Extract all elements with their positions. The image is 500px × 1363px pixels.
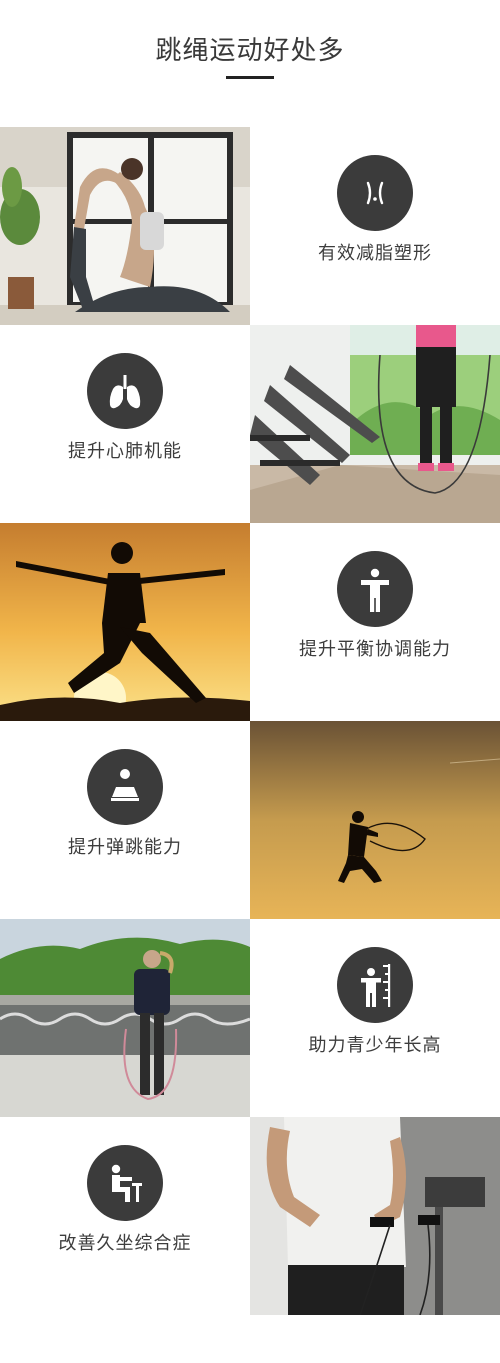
benefit-card-jumping: 提升弹跳能力 [0,721,250,919]
gym-rope-photo [250,325,500,523]
benefit-row-6: 改善久坐综合症 [0,1117,500,1315]
benefit-row-4: 提升弹跳能力 [0,721,500,919]
benefit-row-2: 提升心肺机能 [0,325,500,523]
benefit-label: 有效减脂塑形 [318,243,432,264]
benefit-card-height: 助力青少年长高 [250,919,500,1117]
height-ruler-icon [337,947,413,1023]
benefit-label: 提升弹跳能力 [68,837,182,858]
jump-platform-icon [87,749,163,825]
sitting-person-icon [87,1145,163,1221]
jumping-silhouette-photo [250,721,500,919]
benefit-label: 提升平衡协调能力 [299,639,451,660]
benefit-card-balance: 提升平衡协调能力 [250,523,500,721]
lungs-icon [87,353,163,429]
benefit-row-1: 有效减脂塑形 [0,127,500,325]
benefit-label: 助力青少年长高 [308,1035,442,1056]
benefit-label: 改善久坐综合症 [58,1233,192,1254]
page-header: 跳绳运动好处多 [0,0,500,127]
benefit-card-cardio: 提升心肺机能 [0,325,250,523]
benefit-card-sedentary: 改善久坐综合症 [0,1117,250,1315]
sunset-pose-photo [0,523,250,721]
yoga-photo [0,127,250,325]
page-title: 跳绳运动好处多 [155,36,345,66]
outdoor-rope-photo [0,919,250,1117]
benefit-row-5: 助力青少年长高 [0,919,500,1117]
benefit-card-fat-loss: 有效减脂塑形 [250,127,500,325]
title-underline [226,76,274,79]
man-rope-photo [250,1117,500,1315]
benefit-label: 提升心肺机能 [68,441,182,462]
benefit-row-3: 提升平衡协调能力 [0,523,500,721]
body-curve-icon [337,155,413,231]
person-balance-icon [337,551,413,627]
